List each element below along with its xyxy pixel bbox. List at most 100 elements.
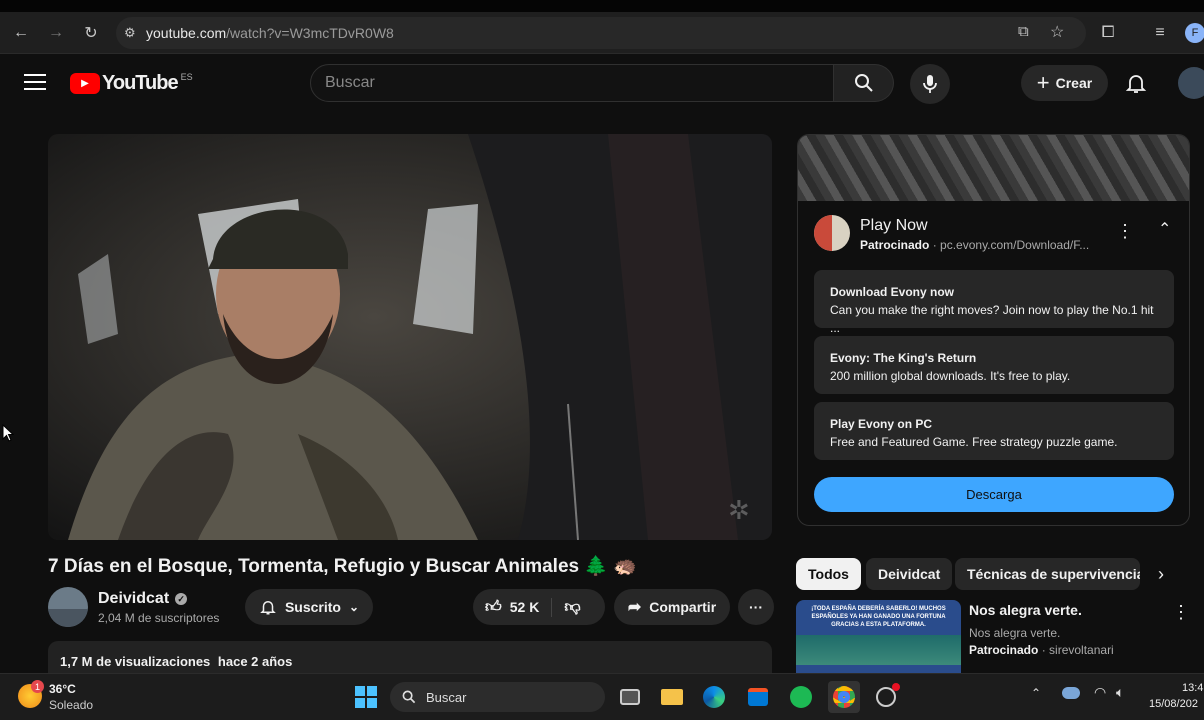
site-settings-icon[interactable]: ⚙ bbox=[124, 25, 146, 41]
search-icon bbox=[854, 74, 873, 92]
forward-icon[interactable]: → bbox=[42, 19, 70, 47]
windows-taskbar: 1 36°C Soleado Buscar ⌃ ◠ 🔈︎ 13:4 15/08/… bbox=[0, 673, 1204, 720]
rec-title[interactable]: Nos alegra verte. bbox=[969, 602, 1082, 618]
youtube-header: ▶ YouTube ES Buscar + Crear bbox=[0, 55, 1204, 111]
url-host: youtube.com bbox=[146, 25, 227, 41]
microphone-icon bbox=[923, 75, 937, 93]
channel-name: Deividcat bbox=[98, 590, 170, 607]
subscriber-count: 2,04 M de suscriptores bbox=[98, 611, 220, 625]
ad-menu-icon[interactable]: ⋮ bbox=[1116, 221, 1134, 242]
rec-source: Patrocinado · sirevoltanari bbox=[969, 643, 1114, 657]
task-view-icon[interactable] bbox=[614, 681, 646, 713]
rec-sponsored: Patrocinado bbox=[969, 643, 1039, 657]
weather-badge: 1 bbox=[31, 680, 44, 693]
chip-channel[interactable]: Deividcat bbox=[866, 558, 953, 590]
spotify-icon[interactable] bbox=[785, 681, 817, 713]
video-player[interactable]: ✲ bbox=[48, 134, 772, 540]
like-dislike-group: 👍︎ 52 K 👎︎ bbox=[473, 589, 605, 625]
media-controls-icon[interactable]: ≡ bbox=[1146, 19, 1174, 47]
subscribed-button[interactable]: Suscrito ⌄ bbox=[245, 589, 373, 625]
chip-all[interactable]: Todos bbox=[796, 558, 861, 590]
share-button[interactable]: ➦ Compartir bbox=[614, 589, 730, 625]
mouse-cursor-icon bbox=[2, 423, 15, 447]
account-avatar[interactable] bbox=[1178, 67, 1204, 99]
thumbs-up-icon: 👍︎ bbox=[485, 598, 502, 616]
ad-card-text: Can you make the right moves? Join now t… bbox=[830, 303, 1154, 335]
chevron-down-icon: ⌄ bbox=[348, 600, 360, 614]
taskbar-search-box[interactable]: Buscar bbox=[390, 682, 605, 712]
weather-temp[interactable]: 36°C bbox=[49, 682, 76, 696]
ad-banner bbox=[798, 135, 1189, 201]
voice-search-button[interactable] bbox=[910, 64, 950, 104]
extensions-icon[interactable]: ⧠ bbox=[1094, 19, 1122, 47]
like-button[interactable]: 👍︎ 52 K bbox=[485, 597, 553, 617]
edge-browser-icon[interactable] bbox=[698, 681, 730, 713]
microsoft-store-icon[interactable] bbox=[742, 681, 774, 713]
search-icon bbox=[402, 690, 416, 704]
channel-avatar[interactable] bbox=[48, 587, 88, 627]
show-hidden-icons-chevron-icon[interactable]: ⌃ bbox=[1031, 686, 1041, 700]
ad-card-2[interactable]: Evony: The King's Return 200 million glo… bbox=[814, 336, 1174, 394]
rec-thumb-text: ¡TODA ESPAÑA DEBERÍA SABERLO! MUCHOS ESP… bbox=[811, 606, 946, 628]
menu-icon[interactable] bbox=[24, 74, 46, 90]
region-code: ES bbox=[180, 72, 193, 82]
ad-domain: · pc.evony.com/Download/F... bbox=[932, 238, 1090, 252]
weather-condition: Soleado bbox=[49, 698, 94, 712]
ad-title[interactable]: Play Now bbox=[860, 217, 928, 235]
windows-start-icon[interactable] bbox=[350, 681, 382, 713]
chip-survival[interactable]: Técnicas de supervivencia bbox=[955, 558, 1140, 590]
more-actions-button[interactable]: ··· bbox=[738, 589, 774, 625]
video-title: 7 Días en el Bosque, Tormenta, Refugio y… bbox=[48, 556, 637, 577]
create-button[interactable]: + Crear bbox=[1021, 65, 1108, 101]
wifi-icon[interactable]: ◠ bbox=[1094, 684, 1106, 701]
chrome-browser-icon[interactable] bbox=[828, 681, 860, 713]
browser-tab-strip bbox=[0, 0, 1204, 12]
ad-sponsored: Patrocinado bbox=[860, 238, 930, 252]
url-path: /watch?v=W3mcTDvR0W8 bbox=[226, 25, 394, 41]
chips-next-chevron-icon[interactable]: › bbox=[1158, 564, 1164, 585]
thumbs-down-icon: 👎︎ bbox=[564, 598, 581, 616]
file-explorer-icon[interactable] bbox=[656, 681, 688, 713]
search-button[interactable] bbox=[834, 64, 894, 102]
rec-thumbnail[interactable]: ¡TODA ESPAÑA DEBERÍA SABERLO! MUCHOS ESP… bbox=[796, 600, 961, 673]
subscribed-label: Suscrito bbox=[284, 599, 341, 615]
clock-date[interactable]: 15/08/202 bbox=[1149, 698, 1198, 710]
onedrive-cloud-icon[interactable] bbox=[1062, 687, 1080, 699]
ad-source: Patrocinado · pc.evony.com/Download/F... bbox=[860, 238, 1089, 252]
browser-toolbar: ← → ↻ ⚙ youtube.com/watch?v=W3mcTDvR0W8 … bbox=[0, 12, 1204, 54]
download-cta-button[interactable]: Descarga bbox=[814, 477, 1174, 512]
youtube-logo[interactable]: ▶ YouTube ES bbox=[70, 72, 193, 95]
ad-card-text: Free and Featured Game. Free strategy pu… bbox=[830, 435, 1118, 449]
rec-domain: · sirevoltanari bbox=[1041, 643, 1114, 657]
video-frame: ✲ bbox=[48, 134, 772, 540]
back-icon[interactable]: ← bbox=[7, 19, 35, 47]
app-with-notification-icon[interactable] bbox=[870, 681, 902, 713]
rec-subtitle: Nos alegra verte. bbox=[969, 626, 1061, 640]
logo-text: YouTube bbox=[102, 72, 179, 94]
collapse-chevron-up-icon[interactable]: ⌃ bbox=[1158, 219, 1171, 239]
create-label: Crear bbox=[1055, 75, 1093, 91]
ad-card-text: 200 million global downloads. It's free … bbox=[830, 369, 1071, 383]
reload-icon[interactable]: ↻ bbox=[77, 19, 105, 47]
share-icon: ➦ bbox=[627, 599, 642, 616]
ad-card-1[interactable]: Download Evony now Can you make the righ… bbox=[814, 270, 1174, 335]
ad-card-3[interactable]: Play Evony on PC Free and Featured Game.… bbox=[814, 402, 1174, 460]
channel-watermark-icon: ✲ bbox=[728, 495, 750, 525]
install-app-icon[interactable]: ⧉ bbox=[1018, 23, 1029, 40]
ad-card-heading: Play Evony on PC bbox=[830, 417, 933, 431]
dislike-button[interactable]: 👎︎ bbox=[552, 598, 580, 617]
youtube-play-logo-icon: ▶ bbox=[70, 73, 100, 94]
advertiser-avatar[interactable] bbox=[814, 215, 850, 251]
address-bar[interactable]: ⚙ youtube.com/watch?v=W3mcTDvR0W8 ⧉ ☆ bbox=[116, 17, 1086, 49]
bookmark-star-icon[interactable]: ☆ bbox=[1050, 22, 1064, 42]
search-input[interactable]: Buscar bbox=[310, 64, 834, 102]
view-count: 1,7 M de visualizaciones bbox=[60, 654, 211, 669]
notifications-bell-icon[interactable] bbox=[1124, 71, 1148, 100]
volume-icon[interactable]: 🔈︎ bbox=[1116, 684, 1124, 701]
clock-time[interactable]: 13:4 bbox=[1182, 682, 1203, 694]
plus-icon: + bbox=[1036, 70, 1050, 95]
profile-avatar[interactable]: F bbox=[1185, 23, 1204, 43]
more-horizontal-icon: ··· bbox=[749, 599, 763, 615]
channel-name-link[interactable]: Deividcat ✓ bbox=[98, 590, 188, 608]
rec-menu-icon[interactable]: ⋮ bbox=[1172, 602, 1190, 623]
